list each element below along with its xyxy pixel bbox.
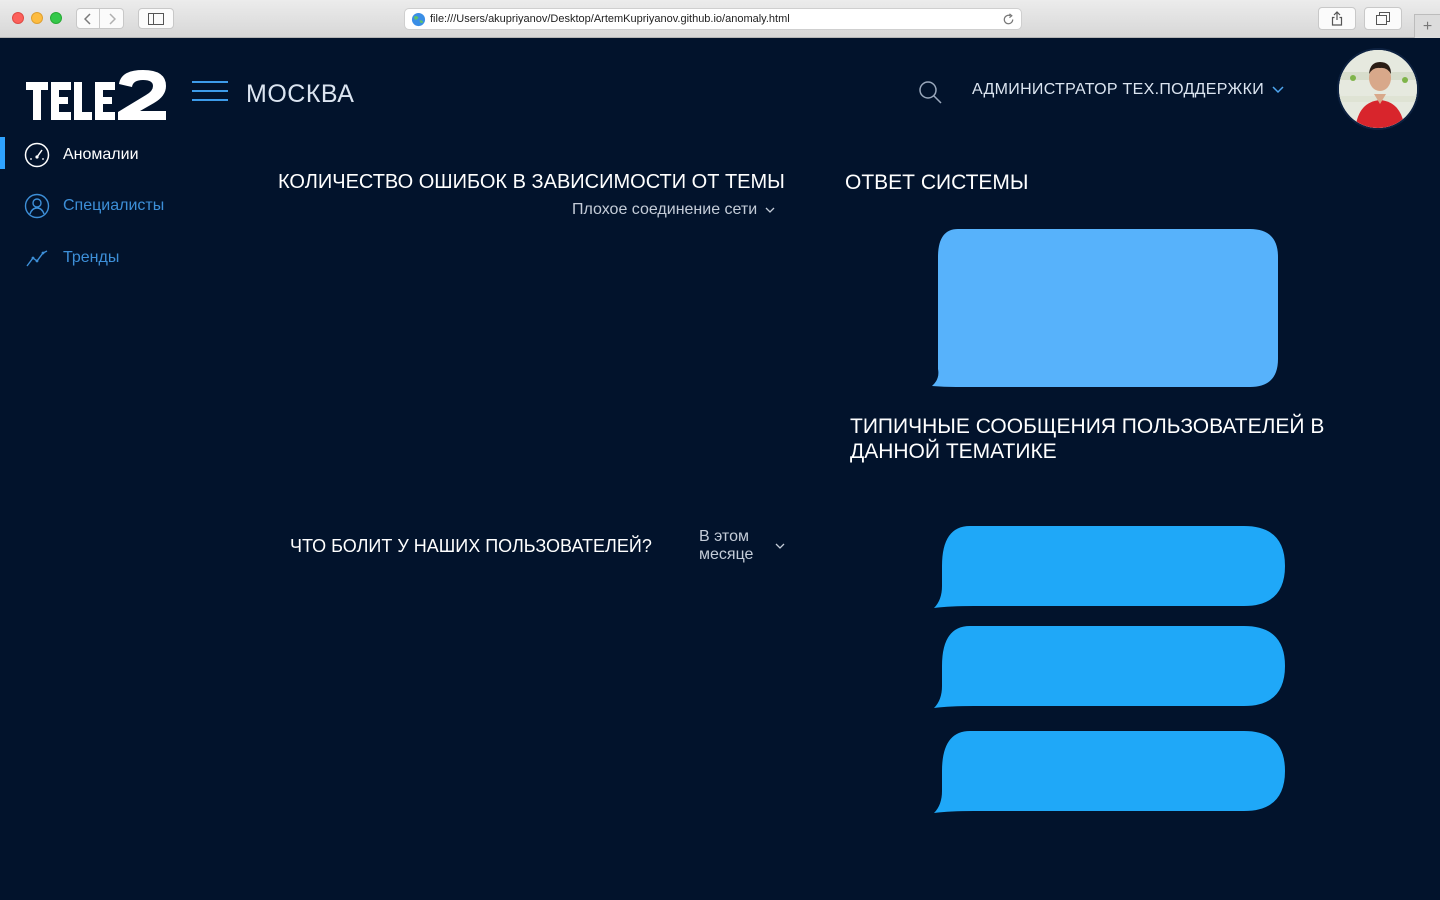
tab-overview-button[interactable]	[1364, 7, 1402, 30]
sidebar-item-label: Аномалии	[63, 146, 139, 163]
sidebar-item-label: Специалисты	[63, 197, 165, 214]
reload-icon[interactable]	[1001, 12, 1016, 27]
sidebar-icon	[148, 12, 164, 25]
nav-active-indicator	[0, 137, 5, 169]
system-answer-title: ОТВЕТ СИСТЕМЫ	[845, 171, 1029, 194]
sidebar-item-trends[interactable]: Тренды	[24, 245, 119, 271]
user-icon	[24, 193, 50, 219]
period-dropdown[interactable]: В этом месяце	[699, 528, 785, 564]
window-minimize-button[interactable]	[31, 12, 43, 24]
system-answer-bubble	[932, 229, 1278, 387]
browser-back-button[interactable]	[76, 8, 100, 29]
address-bar[interactable]: file:///Users/akupriyanov/Desktop/ArtemK…	[404, 8, 1022, 30]
speedometer-icon	[24, 142, 50, 168]
window-maximize-button[interactable]	[50, 12, 62, 24]
user-message-bubble	[934, 731, 1285, 813]
menu-line	[192, 81, 228, 83]
sidebar-item-specialists[interactable]: Специалисты	[24, 193, 164, 219]
chevron-down-icon	[775, 543, 785, 549]
trend-icon	[24, 245, 50, 271]
user-pain-title: ЧТО БОЛИТ У НАШИХ ПОЛЬЗОВАТЕЛЕЙ?	[290, 536, 652, 556]
user-message-bubble	[934, 526, 1285, 608]
browser-forward-button[interactable]	[100, 8, 124, 29]
window-close-button[interactable]	[12, 12, 24, 24]
errors-by-topic-title: КОЛИЧЕСТВО ОШИБОК В ЗАВИСИМОСТИ ОТ ТЕМЫ	[278, 171, 785, 193]
new-tab-button[interactable]: +	[1414, 14, 1440, 38]
browser-sidebar-button[interactable]	[138, 8, 174, 29]
avatar-photo	[1339, 50, 1417, 128]
chevron-right-icon	[108, 12, 116, 25]
sidebar-item-label: Тренды	[63, 249, 120, 266]
browser-toolbar: file:///Users/akupriyanov/Desktop/ArtemK…	[0, 0, 1440, 38]
share-button[interactable]	[1318, 7, 1356, 30]
city-selector[interactable]: МОСКВА	[246, 80, 354, 109]
tabs-icon	[1376, 12, 1390, 25]
typical-messages-title: ТИПИЧНЫЕ СООБЩЕНИЯ ПОЛЬЗОВАТЕЛЕЙ В ДАННО…	[850, 415, 1325, 463]
search-icon[interactable]	[918, 80, 942, 104]
tele2-logo[interactable]	[26, 70, 168, 120]
share-icon	[1331, 11, 1343, 26]
avatar[interactable]	[1337, 48, 1419, 130]
url-text: file:///Users/akupriyanov/Desktop/ArtemK…	[430, 13, 790, 25]
user-message-bubble	[934, 626, 1285, 708]
user-menu-dropdown[interactable]: АДМИНИСТРАТОР ТЕХ.ПОДДЕРЖКИ	[972, 81, 1284, 99]
menu-line	[192, 90, 228, 92]
user-role-label: АДМИНИСТРАТОР ТЕХ.ПОДДЕРЖКИ	[972, 81, 1265, 98]
chevron-down-icon	[765, 207, 775, 213]
hamburger-menu-button[interactable]	[192, 81, 228, 103]
period-dropdown-value: В этом месяце	[699, 528, 754, 563]
globe-icon	[410, 11, 426, 27]
topic-dropdown[interactable]: Плохое соединение сети	[572, 201, 775, 219]
sidebar-item-anomalies[interactable]: Аномалии	[24, 142, 139, 168]
topic-dropdown-value: Плохое соединение сети	[572, 201, 758, 218]
chevron-left-icon	[84, 12, 91, 25]
chevron-down-icon	[1272, 86, 1284, 94]
menu-line	[192, 99, 228, 101]
